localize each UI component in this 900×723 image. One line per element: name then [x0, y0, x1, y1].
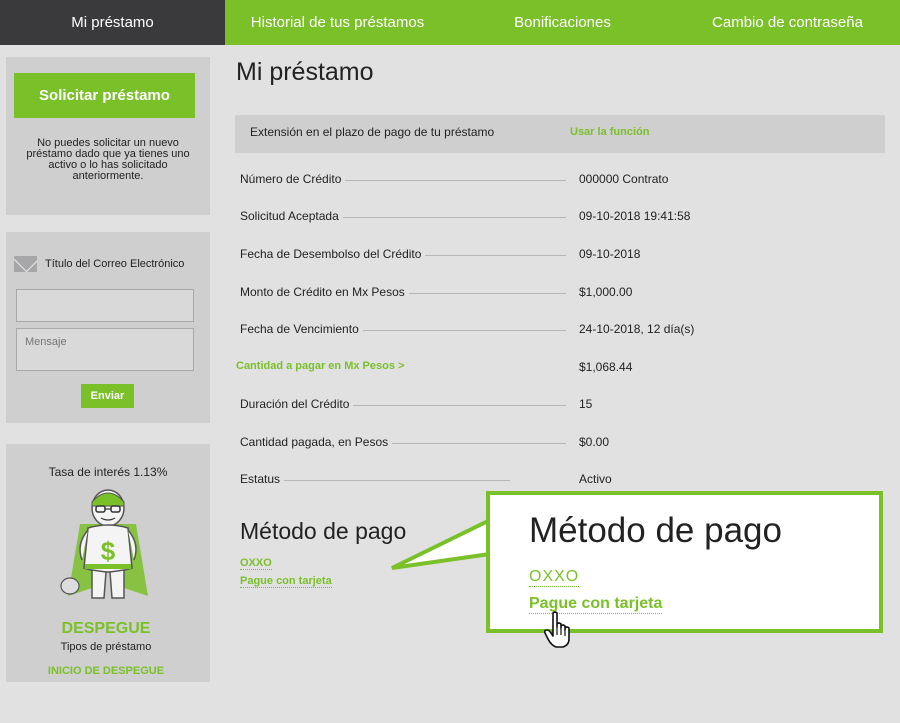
envelope-icon	[14, 256, 37, 272]
detail-row: Cantidad pagada, en Pesos $0.00	[240, 435, 880, 451]
apply-loan-panel: Solicitar préstamo No puedes solicitar u…	[6, 57, 210, 215]
detail-row: Cantidad a pagar en Mx Pesos > $1,068.44	[236, 360, 880, 376]
callout-title: Método de pago	[529, 511, 782, 550]
row-label: Número de Crédito	[240, 172, 346, 186]
email-title-label: Título del Correo Electrónico	[45, 258, 185, 270]
message-input[interactable]	[16, 328, 194, 371]
extension-label: Extensión en el plazo de pago de tu prés…	[250, 125, 495, 139]
row-value: 09-10-2018 19:41:58	[579, 209, 691, 223]
amount-due-link[interactable]: Cantidad a pagar en Mx Pesos >	[236, 360, 404, 372]
email-header: Título del Correo Electrónico	[14, 256, 184, 272]
row-label: Duración del Crédito	[240, 397, 354, 411]
row-divider	[340, 217, 566, 218]
row-value: 09-10-2018	[579, 247, 641, 261]
use-function-link[interactable]: Usar la función	[570, 126, 649, 138]
detail-row: Solicitud Aceptada 09-10-2018 19:41:58	[240, 209, 880, 225]
row-value: Activo	[579, 472, 612, 486]
nav-tab-my-loan[interactable]: Mi préstamo	[0, 0, 225, 45]
interest-rate: Tasa de interés 1.13%	[48, 465, 168, 479]
superhero-mascot-icon: $	[60, 489, 148, 599]
row-label: Fecha de Vencimiento	[240, 322, 363, 336]
apply-loan-note: No puedes solicitar un nuevo préstamo da…	[26, 137, 190, 182]
send-button[interactable]: Enviar	[81, 384, 134, 408]
row-label: Monto de Crédito en Mx Pesos	[240, 285, 409, 299]
payment-method-title: Método de pago	[240, 518, 407, 544]
brand-home-link[interactable]: INICIO DE DESPEGUE	[6, 665, 206, 677]
brand-name: DESPEGUE	[61, 620, 151, 637]
nav-tab-loan-history[interactable]: Historial de tus préstamos	[225, 0, 450, 45]
row-value: 000000 Contrato	[579, 172, 669, 186]
row-value: $1,000.00	[579, 285, 633, 299]
row-value: 15	[579, 397, 593, 411]
extension-bar: Extensión en el plazo de pago de tu prés…	[235, 115, 885, 153]
pay-oxxo-link[interactable]: OXXO	[240, 557, 272, 570]
email-subject-input[interactable]	[16, 289, 194, 322]
row-label: Estatus	[240, 472, 285, 486]
row-value: $0.00	[579, 435, 610, 449]
brand-panel: Tasa de interés 1.13% $ DESPEGUE Tipos d…	[6, 444, 210, 682]
row-value: 24-10-2018, 12 día(s)	[579, 322, 695, 336]
detail-row: Número de Crédito 000000 Contrato	[240, 172, 880, 188]
row-label: Fecha de Desembolso del Crédito	[240, 247, 426, 261]
row-label: Cantidad pagada, en Pesos	[240, 435, 393, 449]
detail-row: Fecha de Desembolso del Crédito 09-10-20…	[240, 247, 880, 263]
nav-tab-change-password[interactable]: Cambio de contraseña	[675, 0, 900, 45]
hand-pointer-icon	[544, 611, 570, 648]
detail-row: Fecha de Vencimiento 24-10-2018, 12 día(…	[240, 322, 880, 338]
callout-oxxo-link[interactable]: OXXO	[529, 568, 580, 587]
nav-tab-bonuses[interactable]: Bonificaciones	[450, 0, 675, 45]
svg-text:$: $	[101, 536, 116, 566]
row-value: $1,068.44	[579, 360, 633, 374]
detail-row: Estatus Activo	[240, 472, 880, 488]
contact-panel: Título del Correo Electrónico Enviar	[6, 232, 210, 423]
detail-row: Duración del Crédito 15	[240, 397, 880, 413]
apply-loan-button[interactable]: Solicitar préstamo	[14, 73, 195, 118]
page-title: Mi préstamo	[236, 58, 374, 86]
callout-pointer	[391, 518, 490, 570]
row-label: Solicitud Aceptada	[240, 209, 343, 223]
pay-card-link[interactable]: Pague con tarjeta	[240, 575, 332, 588]
top-nav: Mi préstamo Historial de tus préstamos B…	[0, 0, 900, 45]
detail-row: Monto de Crédito en Mx Pesos $1,000.00	[240, 285, 880, 301]
brand-subtitle: Tipos de préstamo	[60, 641, 152, 653]
